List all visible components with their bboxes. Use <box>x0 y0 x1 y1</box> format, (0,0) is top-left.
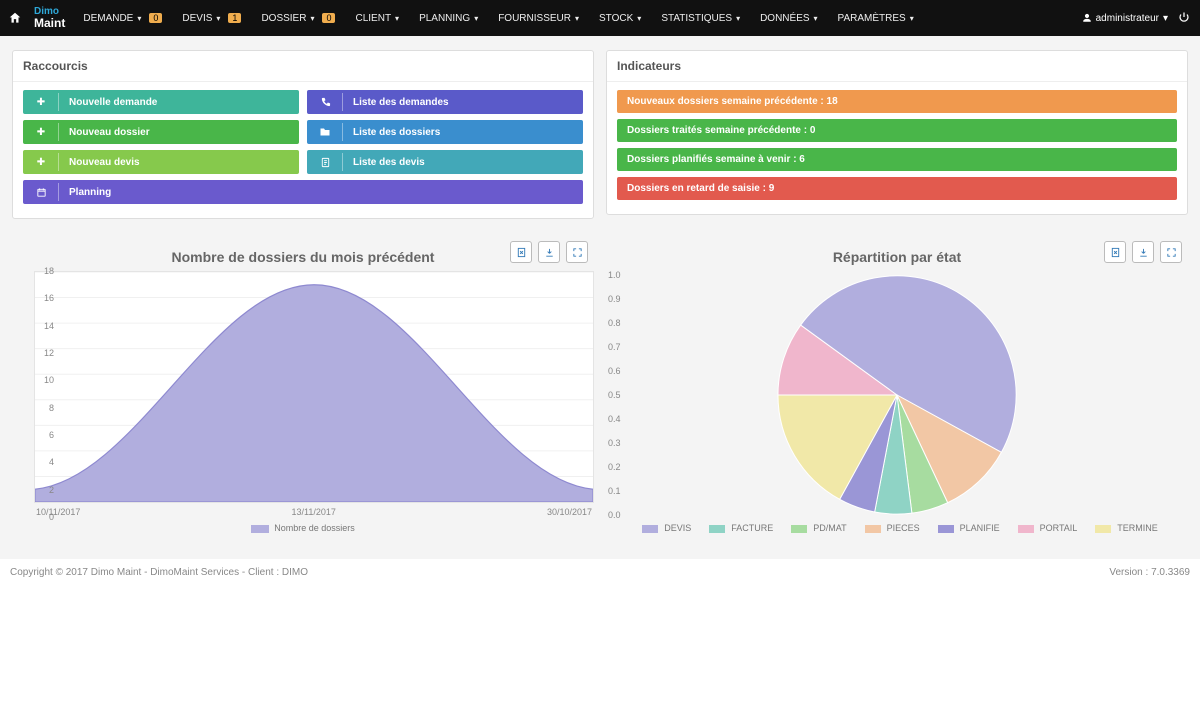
new-folder-button[interactable]: ✚ Nouveau dossier <box>23 120 299 144</box>
logo-text-bottom: Maint <box>34 17 65 29</box>
user-menu[interactable]: administrateur ▾ <box>1082 13 1168 24</box>
indicator-planned-next[interactable]: Dossiers planifiés semaine à venir : 6 <box>617 148 1177 171</box>
planning-button[interactable]: Planning <box>23 180 583 204</box>
shortcuts-title: Raccourcis <box>13 51 593 82</box>
user-label: administrateur <box>1096 13 1159 24</box>
indicator-late[interactable]: Dossiers en retard de saisie : 9 <box>617 177 1177 200</box>
indicator-treated-prev[interactable]: Dossiers traités semaine précédente : 0 <box>617 119 1177 142</box>
export-excel-button[interactable] <box>510 241 532 263</box>
list-quotes-label: Liste des devis <box>343 150 583 174</box>
nav-item-dossier[interactable]: DOSSIER▾0 <box>251 0 345 36</box>
planning-label: Planning <box>59 180 583 204</box>
folder-icon <box>307 120 343 144</box>
top-navbar: Dimo Maint DEMANDE▾0DEVIS▾1DOSSIER▾0CLIE… <box>0 0 1200 36</box>
user-icon <box>1082 13 1092 23</box>
nav-item-client[interactable]: CLIENT▾ <box>345 0 409 36</box>
new-folder-label: Nouveau dossier <box>59 120 299 144</box>
nav-item-devis[interactable]: DEVIS▾1 <box>172 0 251 36</box>
nav-item-fournisseur[interactable]: FOURNISSEUR▾ <box>488 0 589 36</box>
area-legend-label: Nombre de dossiers <box>274 523 355 533</box>
list-folders-button[interactable]: Liste des dossiers <box>307 120 583 144</box>
new-request-button[interactable]: ✚ Nouvelle demande <box>23 90 299 114</box>
new-quote-button[interactable]: ✚ Nouveau devis <box>23 150 299 174</box>
area-chart-panel: Nombre de dossiers du mois précédent 024… <box>12 241 594 549</box>
new-request-label: Nouvelle demande <box>59 90 299 114</box>
plus-icon: ✚ <box>23 120 59 144</box>
download-button[interactable] <box>538 241 560 263</box>
pie-chart-legend: DEVISFACTUREPD/MATPIECESPLANIFIEPORTAILT… <box>606 523 1188 533</box>
nav-item-stock[interactable]: STOCK▾ <box>589 0 651 36</box>
indicators-panel: Indicateurs Nouveaux dossiers semaine pr… <box>606 50 1188 215</box>
footer-copyright: Copyright © 2017 Dimo Maint - DimoMaint … <box>10 567 308 578</box>
export-excel-button[interactable] <box>1104 241 1126 263</box>
nav-item-statistiques[interactable]: STATISTIQUES▾ <box>651 0 750 36</box>
power-icon[interactable] <box>1178 11 1190 26</box>
fullscreen-button[interactable] <box>566 241 588 263</box>
list-requests-button[interactable]: Liste des demandes <box>307 90 583 114</box>
brand-logo[interactable]: Dimo Maint <box>30 0 73 36</box>
plus-icon: ✚ <box>23 90 59 114</box>
indicators-title: Indicateurs <box>607 51 1187 82</box>
document-icon <box>307 150 343 174</box>
indicator-new-prev[interactable]: Nouveaux dossiers semaine précédente : 1… <box>617 90 1177 113</box>
footer: Copyright © 2017 Dimo Maint - DimoMaint … <box>0 559 1200 590</box>
phone-icon <box>307 90 343 114</box>
nav-item-planning[interactable]: PLANNING▾ <box>409 0 488 36</box>
plus-icon: ✚ <box>23 150 59 174</box>
area-chart-title: Nombre de dossiers du mois précédent <box>12 249 594 265</box>
download-button[interactable] <box>1132 241 1154 263</box>
pie-chart: 0.00.10.20.30.40.50.60.70.80.91.0 <box>606 271 1188 519</box>
footer-version: Version : 7.0.3369 <box>1109 567 1190 578</box>
caret-down-icon: ▾ <box>1163 13 1168 24</box>
area-chart-legend: Nombre de dossiers <box>12 523 594 533</box>
nav-item-données[interactable]: DONNÉES▾ <box>750 0 827 36</box>
list-quotes-button[interactable]: Liste des devis <box>307 150 583 174</box>
list-requests-label: Liste des demandes <box>343 90 583 114</box>
area-chart <box>34 271 594 503</box>
shortcuts-panel: Raccourcis ✚ Nouvelle demande <box>12 50 594 219</box>
fullscreen-button[interactable] <box>1160 241 1182 263</box>
list-folders-label: Liste des dossiers <box>343 120 583 144</box>
nav-item-paramètres[interactable]: PARAMÈTRES▾ <box>828 0 924 36</box>
pie-chart-panel: Répartition par état 0.00.10.20.30.40.50… <box>606 241 1188 549</box>
new-quote-label: Nouveau devis <box>59 150 299 174</box>
nav-item-demande[interactable]: DEMANDE▾0 <box>73 0 172 36</box>
home-icon[interactable] <box>0 0 30 36</box>
pie-chart-title: Répartition par état <box>606 249 1188 265</box>
calendar-icon <box>23 180 59 204</box>
